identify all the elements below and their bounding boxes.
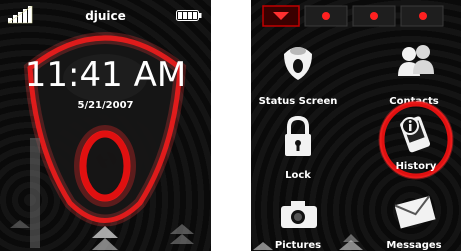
- menu-item-history[interactable]: History: [378, 100, 454, 180]
- tab-active[interactable]: [262, 5, 300, 27]
- lock-icon: [285, 116, 311, 156]
- envelope-icon: [395, 195, 436, 229]
- battery-icon: [176, 10, 202, 21]
- contacts-icon: [398, 45, 434, 76]
- menu-item-label: Status Screen: [258, 96, 338, 107]
- clock-time: 11:41 AM: [24, 55, 187, 95]
- main-menu-screen: Status Screen Contacts Lock History Pict…: [251, 0, 461, 251]
- status-bar: djuice: [0, 0, 211, 28]
- scroll-arrows: [253, 234, 363, 250]
- tab-3[interactable]: [352, 5, 396, 27]
- clock-screen: djuice 11:41 AM 5/21/2007: [0, 0, 211, 251]
- tab-2[interactable]: [304, 5, 348, 27]
- menu-item-contacts[interactable]: Contacts: [379, 36, 449, 108]
- menu-item-label: History: [395, 161, 437, 172]
- tab-bar: [251, 2, 461, 28]
- menu-item-lock[interactable]: Lock: [281, 110, 351, 182]
- status-screen-icon: [284, 47, 312, 80]
- tab-4[interactable]: [400, 5, 444, 27]
- clock-date: 5/21/2007: [77, 100, 134, 111]
- history-icon: [400, 116, 431, 153]
- menu-item-status-screen[interactable]: Status Screen: [259, 36, 337, 108]
